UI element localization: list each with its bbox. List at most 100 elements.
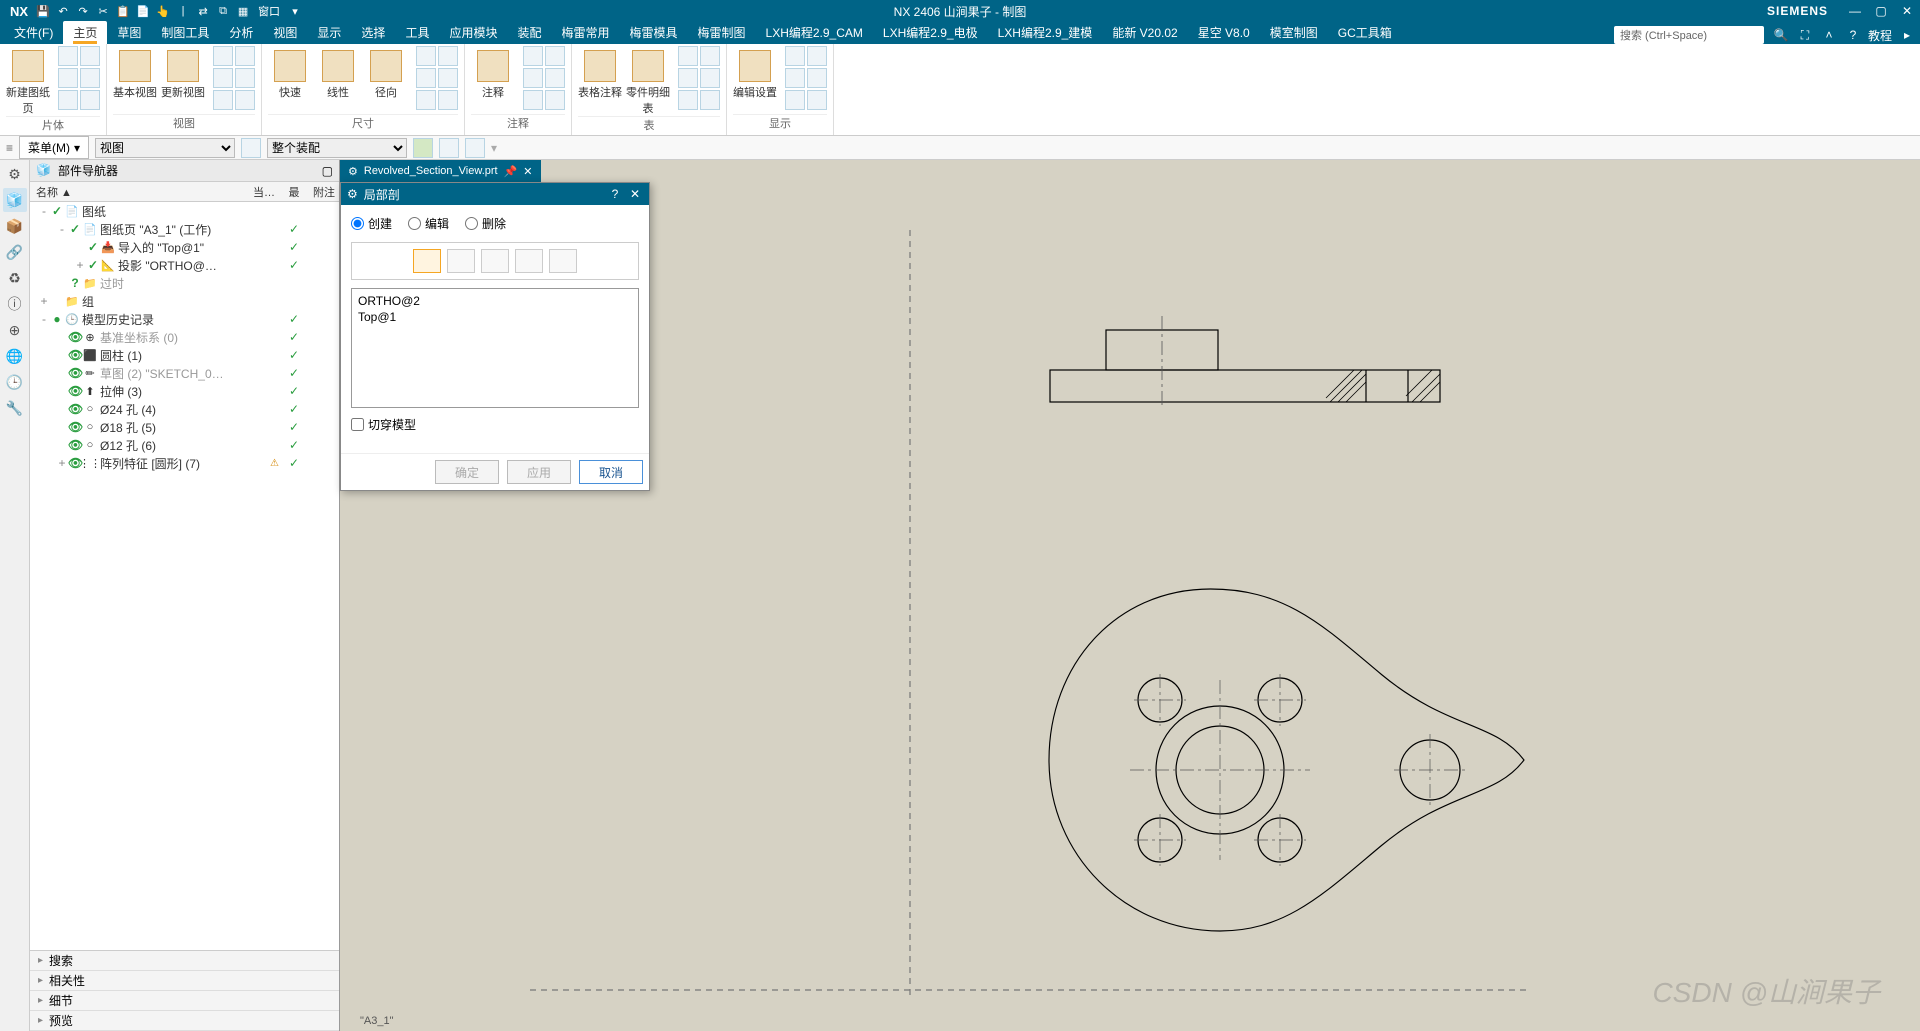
menu-item[interactable]: 梅雷常用	[551, 21, 619, 44]
ribbon-small-button[interactable]	[235, 68, 255, 88]
menu-item[interactable]: 视图	[263, 21, 307, 44]
ribbon-small-button[interactable]	[58, 68, 78, 88]
doc-pin-icon[interactable]: 📌	[504, 165, 518, 178]
ribbon-small-button[interactable]	[785, 90, 805, 110]
tree-row[interactable]: +📁组	[30, 292, 339, 310]
mode-radio[interactable]: 创建	[351, 215, 392, 232]
ribbon-small-button[interactable]	[80, 90, 100, 110]
menu-item[interactable]: 文件(F)	[4, 21, 63, 44]
menu-item[interactable]: 选择	[351, 21, 395, 44]
dialog-close-icon[interactable]: ✕	[627, 187, 643, 201]
browser-icon[interactable]: 🌐	[3, 344, 27, 368]
datum-icon[interactable]: ⊕	[3, 318, 27, 342]
dialog-help-icon[interactable]: ?	[607, 187, 623, 201]
minimize-icon[interactable]: —	[1846, 2, 1864, 20]
ribbon-small-button[interactable]	[80, 68, 100, 88]
window-icon[interactable]: ⧉	[214, 2, 232, 20]
menu-button[interactable]: 菜单(M)▾	[19, 136, 89, 159]
part-navigator-icon[interactable]: 🧊	[3, 188, 27, 212]
accordion-item[interactable]: ▸预览	[30, 1011, 339, 1031]
menu-item[interactable]: 应用模块	[439, 21, 507, 44]
tool-select-view[interactable]	[413, 249, 441, 273]
fullscreen-icon[interactable]: ⛶	[1796, 26, 1814, 44]
ribbon-small-button[interactable]	[678, 46, 698, 66]
layout-icon[interactable]: ▦	[234, 2, 252, 20]
play-icon[interactable]: ▸	[1898, 26, 1916, 44]
menu-item[interactable]: 制图工具	[151, 21, 219, 44]
ribbon-small-button[interactable]	[416, 46, 436, 66]
ribbon-small-button[interactable]	[213, 90, 233, 110]
menu-item[interactable]: LXH编程2.9_电极	[873, 21, 988, 44]
ribbon-small-button[interactable]	[807, 46, 827, 66]
ribbon-button[interactable]: 编辑设置	[733, 46, 777, 100]
paste-icon[interactable]: 📄	[134, 2, 152, 20]
close-icon[interactable]: ✕	[1898, 2, 1916, 20]
ribbon-small-button[interactable]	[545, 68, 565, 88]
ribbon-button[interactable]: 注释	[471, 46, 515, 100]
filter-combo-2[interactable]: 整个装配	[267, 138, 407, 158]
ribbon-small-button[interactable]	[80, 46, 100, 66]
touch-icon[interactable]: 👆	[154, 2, 172, 20]
ribbon-small-button[interactable]	[545, 90, 565, 110]
menu-item[interactable]: LXH编程2.9_建模	[988, 21, 1103, 44]
menu-item[interactable]: 主页	[63, 21, 107, 44]
menu-item[interactable]: 装配	[507, 21, 551, 44]
accordion-item[interactable]: ▸相关性	[30, 971, 339, 991]
doc-close-icon[interactable]: ✕	[523, 165, 532, 178]
ribbon-small-button[interactable]	[785, 46, 805, 66]
tool-base-point[interactable]	[447, 249, 475, 273]
ribbon-small-button[interactable]	[523, 90, 543, 110]
sel-tool-1[interactable]	[413, 138, 433, 158]
ribbon-button[interactable]: 快速	[268, 46, 312, 100]
ribbon-small-button[interactable]	[807, 90, 827, 110]
ribbon-small-button[interactable]	[416, 90, 436, 110]
ribbon-small-button[interactable]	[523, 68, 543, 88]
help-icon[interactable]: ?	[1844, 26, 1862, 44]
save-icon[interactable]: 💾	[34, 2, 52, 20]
redo-icon[interactable]: ↷	[74, 2, 92, 20]
col-notes[interactable]: 附注	[309, 184, 339, 200]
minimize-ribbon-icon[interactable]: ˄	[1820, 26, 1838, 44]
ribbon-small-button[interactable]	[416, 68, 436, 88]
menu-item[interactable]: 梅雷模具	[620, 21, 688, 44]
tree-row[interactable]: 👁⬛圆柱 (1)✓	[30, 346, 339, 364]
navigator-tree[interactable]: -✓📄图纸-✓📄图纸页 "A3_1" (工作)✓✓📥导入的 "Top@1"✓+✓…	[30, 202, 339, 950]
panel-close-icon[interactable]: ▢	[322, 164, 333, 178]
menu-item[interactable]: 草图	[107, 21, 151, 44]
settings-icon[interactable]: ⚙	[3, 162, 27, 186]
cut-icon[interactable]: ✂	[94, 2, 112, 20]
ribbon-small-button[interactable]	[700, 46, 720, 66]
tree-row[interactable]: 👁⊕基准坐标系 (0)✓	[30, 328, 339, 346]
ribbon-button[interactable]: 径向	[364, 46, 408, 100]
ribbon-small-button[interactable]	[785, 68, 805, 88]
mode-radio[interactable]: 删除	[465, 215, 506, 232]
ribbon-button[interactable]: 基本视图	[113, 46, 157, 100]
ribbon-button[interactable]: 表格注释	[578, 46, 622, 100]
switch-icon[interactable]: ⇄	[194, 2, 212, 20]
reuse-icon[interactable]: ♻	[3, 266, 27, 290]
ok-button[interactable]: 确定	[435, 460, 499, 484]
search-icon[interactable]: 🔍	[1772, 26, 1790, 44]
ribbon-small-button[interactable]	[438, 90, 458, 110]
tool-extrude-vector[interactable]	[481, 249, 509, 273]
ribbon-button[interactable]: 线性	[316, 46, 360, 100]
menu-item[interactable]: 工具	[395, 21, 439, 44]
menu-item[interactable]: 显示	[307, 21, 351, 44]
drawing-canvas[interactable]: ⚙ Revolved_Section_View.prt 📌 ✕ ⚙ 局部剖 ? …	[340, 160, 1920, 1031]
info-icon[interactable]: ⓘ	[3, 292, 27, 316]
tutorial-link[interactable]: 教程	[1868, 26, 1892, 44]
ribbon-button[interactable]: 零件明细表	[626, 46, 670, 116]
tree-row[interactable]: +👁⋮⋮阵列特征 [圆形] (7)⚠✓	[30, 454, 339, 472]
sel-tool-3[interactable]	[465, 138, 485, 158]
ribbon-small-button[interactable]	[58, 90, 78, 110]
ribbon-small-button[interactable]	[213, 46, 233, 66]
ribbon-small-button[interactable]	[58, 46, 78, 66]
filter-icon[interactable]	[241, 138, 261, 158]
menu-item[interactable]: LXH编程2.9_CAM	[756, 21, 873, 44]
dropdown-icon[interactable]: ▾	[286, 2, 304, 20]
tree-row[interactable]: 👁○Ø24 孔 (4)✓	[30, 400, 339, 418]
menu-item[interactable]: 能新 V20.02	[1102, 21, 1187, 44]
ribbon-small-button[interactable]	[700, 90, 720, 110]
search-input[interactable]: 搜索 (Ctrl+Space)	[1614, 26, 1764, 44]
tree-row[interactable]: +✓📐投影 "ORTHO@…✓	[30, 256, 339, 274]
